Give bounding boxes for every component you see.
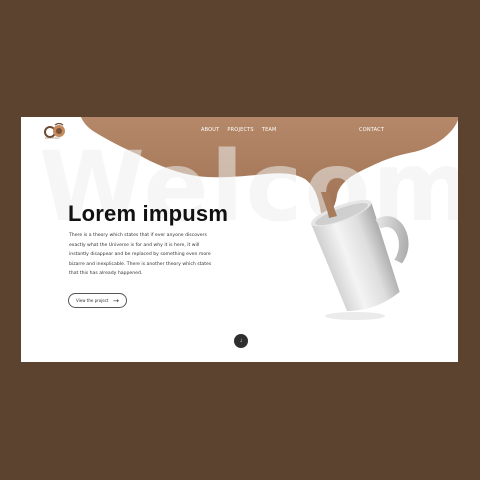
hero-title: Lorem impusm [68,201,229,226]
nav-team-link[interactable]: TEAM [262,127,277,133]
nav-contact-link[interactable]: CONTACT [359,127,384,133]
coffee-mug-image [311,192,409,320]
arrow-down-icon: ↓ [239,338,243,344]
logo-text: KA LOGO [45,136,60,140]
nav-about-link[interactable]: ABOUT [201,127,219,133]
view-project-button[interactable]: View the project → [68,293,127,308]
hero-description: There is a theory which states that if e… [69,233,212,276]
main-nav: ABOUT PROJECTS TEAM [201,127,277,133]
arrow-right-icon: → [113,297,119,305]
landing-page: Welcome KA LOGO ABOUT PROJECTS TEAM CONT… [21,117,458,362]
view-project-label: View the project [76,298,109,303]
nav-projects-link[interactable]: PROJECTS [227,127,253,133]
scroll-down-button[interactable]: ↓ [234,334,248,348]
